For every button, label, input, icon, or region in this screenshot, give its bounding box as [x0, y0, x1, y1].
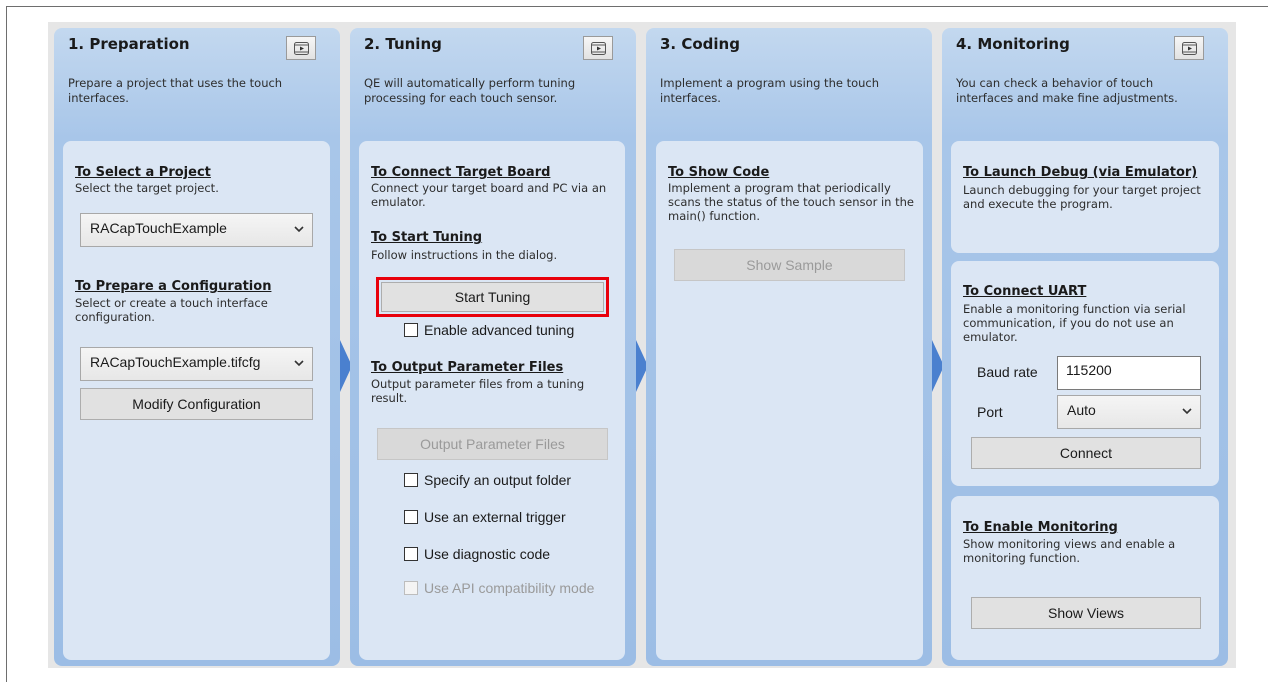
checkbox-label: Use an external trigger — [424, 509, 566, 525]
checkbox-label: Enable advanced tuning — [424, 322, 575, 338]
step-description: Prepare a project that uses the touch in… — [68, 76, 283, 105]
checkbox-box — [404, 473, 418, 487]
baud-rate-input[interactable]: 115200 — [1057, 356, 1201, 390]
specify-output-folder-checkbox[interactable]: Specify an output folder — [404, 472, 571, 488]
modify-configuration-button[interactable]: Modify Configuration — [80, 388, 313, 420]
coding-card: To Show Code Implement a program that pe… — [656, 141, 923, 660]
enable-monitoring-heading: To Enable Monitoring — [963, 520, 1118, 535]
step-monitoring-panel: 4. Monitoring You can check a behavior o… — [942, 28, 1228, 666]
chevron-down-icon — [1182, 408, 1192, 415]
configuration-select-value: RACapTouchExample.tifcfg — [90, 354, 261, 370]
checkbox-box — [404, 581, 418, 595]
baud-rate-label: Baud rate — [977, 364, 1038, 380]
step-title: 1. Preparation — [68, 35, 190, 53]
start-tuning-desc: Follow instructions in the dialog. — [371, 248, 558, 262]
checkbox-label: Use diagnostic code — [424, 546, 551, 562]
port-label: Port — [977, 404, 1003, 420]
step-tuning-panel: 2. Tuning QE will automatically perform … — [350, 28, 636, 666]
enable-monitoring-desc: Show monitoring views and enable a monit… — [963, 537, 1176, 565]
project-select[interactable]: RACapTouchExample — [80, 213, 313, 247]
debug-card: To Launch Debug (via Emulator) Launch de… — [951, 141, 1219, 253]
checkbox-label: Use API compatibility mode — [424, 580, 595, 596]
select-project-heading: To Select a Project — [75, 165, 211, 180]
video-play-icon[interactable] — [583, 36, 613, 60]
external-trigger-checkbox[interactable]: Use an external trigger — [404, 509, 566, 525]
show-code-heading: To Show Code — [668, 165, 770, 180]
select-project-desc: Select the target project. — [75, 181, 219, 195]
checkbox-box — [404, 510, 418, 524]
connect-board-heading: To Connect Target Board — [371, 165, 551, 180]
configuration-select[interactable]: RACapTouchExample.tifcfg — [80, 347, 313, 381]
prepare-config-desc: Select or create a touch interface confi… — [75, 296, 268, 324]
step-title: 3. Coding — [660, 35, 740, 53]
diagnostic-code-checkbox[interactable]: Use diagnostic code — [404, 546, 550, 562]
step-description: QE will automatically perform tuning pro… — [364, 76, 576, 105]
show-sample-button[interactable]: Show Sample — [674, 249, 905, 281]
step-coding-panel: 3. Coding Implement a program using the … — [646, 28, 932, 666]
launch-debug-heading: To Launch Debug (via Emulator) — [963, 165, 1198, 180]
step-description: Implement a program using the touch inte… — [660, 76, 880, 105]
launch-debug-desc: Launch debugging for your target project… — [963, 183, 1201, 211]
connect-uart-heading: To Connect UART — [963, 284, 1087, 299]
enable-advanced-tuning-checkbox[interactable]: Enable advanced tuning — [404, 322, 574, 338]
chevron-down-icon — [294, 226, 304, 233]
api-compatibility-checkbox[interactable]: Use API compatibility mode — [404, 580, 594, 596]
connect-button[interactable]: Connect — [971, 437, 1201, 469]
video-play-icon[interactable] — [286, 36, 316, 60]
output-files-heading: To Output Parameter Files — [371, 360, 564, 375]
connect-uart-desc: Enable a monitoring function via serial … — [963, 302, 1186, 344]
connect-board-desc: Connect your target board and PC via an … — [371, 181, 607, 209]
show-views-button[interactable]: Show Views — [971, 597, 1201, 629]
port-select-value: Auto — [1067, 402, 1096, 418]
checkbox-box — [404, 547, 418, 561]
checkbox-box — [404, 323, 418, 337]
preparation-card: To Select a Project Select the target pr… — [63, 141, 330, 660]
monitoring-card: To Enable Monitoring Show monitoring vie… — [951, 496, 1219, 660]
show-code-desc: Implement a program that periodically sc… — [668, 181, 914, 223]
project-select-value: RACapTouchExample — [90, 220, 227, 236]
checkbox-label: Specify an output folder — [424, 472, 572, 488]
prepare-config-heading: To Prepare a Configuration — [75, 279, 272, 294]
step-description: You can check a behavior of touch interf… — [956, 76, 1178, 105]
chevron-down-icon — [294, 360, 304, 367]
step-title: 2. Tuning — [364, 35, 442, 53]
start-tuning-button[interactable]: Start Tuning — [376, 277, 609, 317]
step-title: 4. Monitoring — [956, 35, 1070, 53]
tuning-card: To Connect Target Board Connect your tar… — [359, 141, 625, 660]
start-tuning-heading: To Start Tuning — [371, 230, 483, 245]
uart-card: To Connect UART Enable a monitoring func… — [951, 261, 1219, 486]
output-files-desc: Output parameter files from a tuning res… — [371, 377, 585, 405]
output-parameter-files-button[interactable]: Output Parameter Files — [377, 428, 608, 460]
video-play-icon[interactable] — [1174, 36, 1204, 60]
port-select[interactable]: Auto — [1057, 395, 1201, 429]
step-preparation-panel: 1. Preparation Prepare a project that us… — [54, 28, 340, 666]
